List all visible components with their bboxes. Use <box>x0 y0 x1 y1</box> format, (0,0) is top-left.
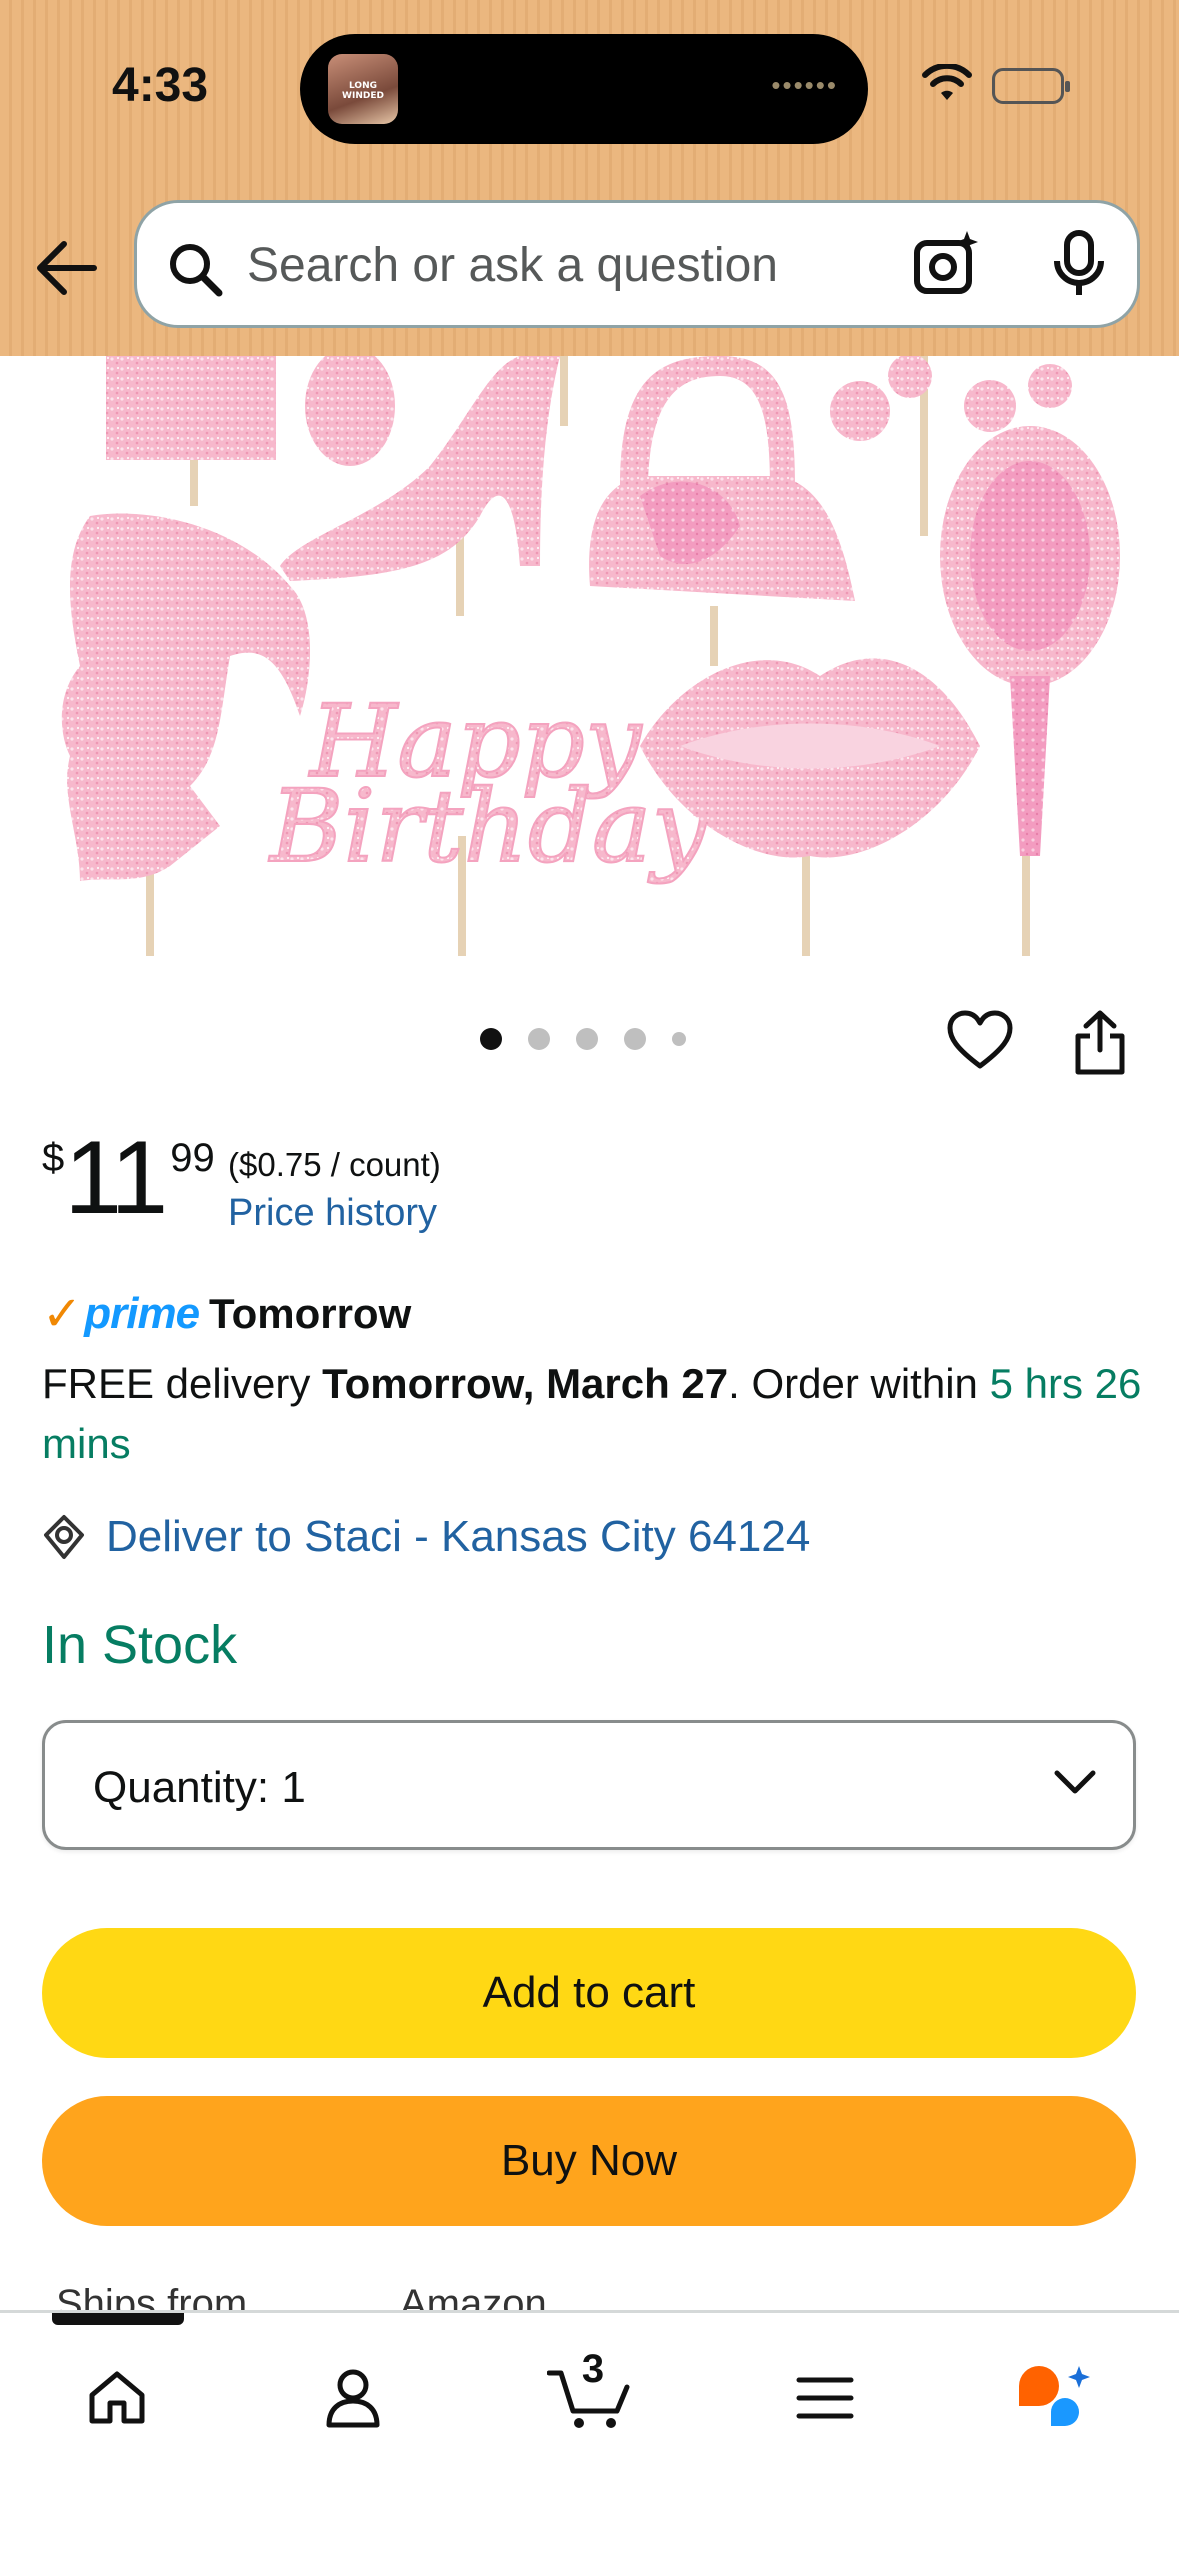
prime-logo: prime <box>84 1289 200 1338</box>
cart-count-badge: 3 <box>581 2347 605 2391</box>
price-currency: $ <box>42 1136 65 1180</box>
delivery-middle: . Order within <box>728 1360 990 1407</box>
price-fraction: 99 <box>170 1136 215 1180</box>
home-icon <box>89 2371 145 2424</box>
quantity-dropdown[interactable]: Quantity: 1 <box>42 1720 1136 1850</box>
delivery-prefix: FREE delivery <box>42 1360 323 1407</box>
share-icon[interactable] <box>1072 1010 1128 1076</box>
prime-delivery-label: Tomorrow <box>209 1290 412 1337</box>
cake-topper-illustration: Happy Birthday <box>61 356 1120 956</box>
hamburger-menu-icon <box>796 2377 854 2419</box>
location-pin-icon <box>44 1515 84 1559</box>
tab-rufus-assistant[interactable] <box>1010 2353 1100 2443</box>
search-bar[interactable] <box>134 200 1140 328</box>
carousel-dot[interactable] <box>480 1028 502 1050</box>
chevron-down-icon <box>1054 1770 1096 1794</box>
price-whole: 11 <box>64 1120 168 1236</box>
rufus-assistant-icon <box>1019 2366 1090 2426</box>
search-icon <box>170 244 223 297</box>
stock-status: In Stock <box>42 1615 238 1675</box>
delivery-date: Tomorrow, March 27 <box>322 1360 729 1407</box>
microphone-icon[interactable] <box>1049 229 1109 299</box>
wifi-icon <box>922 64 972 100</box>
deliver-to-address[interactable]: Deliver to Staci - Kansas City 64124 <box>106 1512 810 1562</box>
add-to-cart-button[interactable]: Add to cart <box>42 1928 1136 2058</box>
carousel-dot[interactable] <box>528 1028 550 1050</box>
tab-cart[interactable]: 3 <box>544 2347 634 2443</box>
image-carousel-dots[interactable] <box>480 1028 686 1050</box>
tab-home[interactable] <box>72 2353 162 2443</box>
quantity-label: Quantity: 1 <box>93 1763 306 1812</box>
back-arrow-icon[interactable] <box>34 238 98 298</box>
price-history-link[interactable]: Price history <box>228 1192 437 1235</box>
now-playing-art-text: LONG WINDED <box>342 81 384 101</box>
deliver-to-link[interactable]: Deliver to Staci - Kansas City 64124 <box>42 1512 810 1562</box>
status-time: 4:33 <box>112 59 209 112</box>
carousel-dot[interactable] <box>576 1028 598 1050</box>
camera-lens-icon[interactable] <box>911 229 981 299</box>
svg-text:Birthday: Birthday <box>268 768 709 885</box>
carousel-dot[interactable] <box>672 1032 686 1046</box>
prime-check-icon: ✓ <box>42 1288 83 1341</box>
carousel-dot[interactable] <box>624 1028 646 1050</box>
battery-icon <box>992 68 1070 104</box>
header: 4:33 LONG WINDED •••••• <box>0 0 1179 356</box>
tab-menu[interactable] <box>780 2353 870 2443</box>
tab-account[interactable] <box>308 2353 398 2443</box>
now-playing-artwork: LONG WINDED <box>328 54 398 124</box>
buy-now-button[interactable]: Buy Now <box>42 2096 1136 2226</box>
dynamic-island[interactable]: LONG WINDED •••••• <box>300 34 868 144</box>
active-tab-indicator <box>52 2313 184 2325</box>
person-icon <box>326 2369 380 2428</box>
audio-waveform-icon: •••••• <box>771 70 838 100</box>
prime-badge: ✓ prime Tomorrow <box>42 1286 411 1342</box>
product-image[interactable]: Happy Birthday <box>0 356 1179 976</box>
delivery-info: FREE delivery Tomorrow, March 27. Order … <box>42 1354 1142 1474</box>
bottom-tab-bar: 3 <box>0 2310 1179 2556</box>
search-input[interactable] <box>247 229 927 301</box>
heart-icon[interactable] <box>946 1010 1014 1072</box>
price: $ 11 99 <box>42 1120 215 1236</box>
quantity-value: 1 <box>281 1763 306 1812</box>
unit-price: ($0.75 / count) <box>228 1146 441 1183</box>
